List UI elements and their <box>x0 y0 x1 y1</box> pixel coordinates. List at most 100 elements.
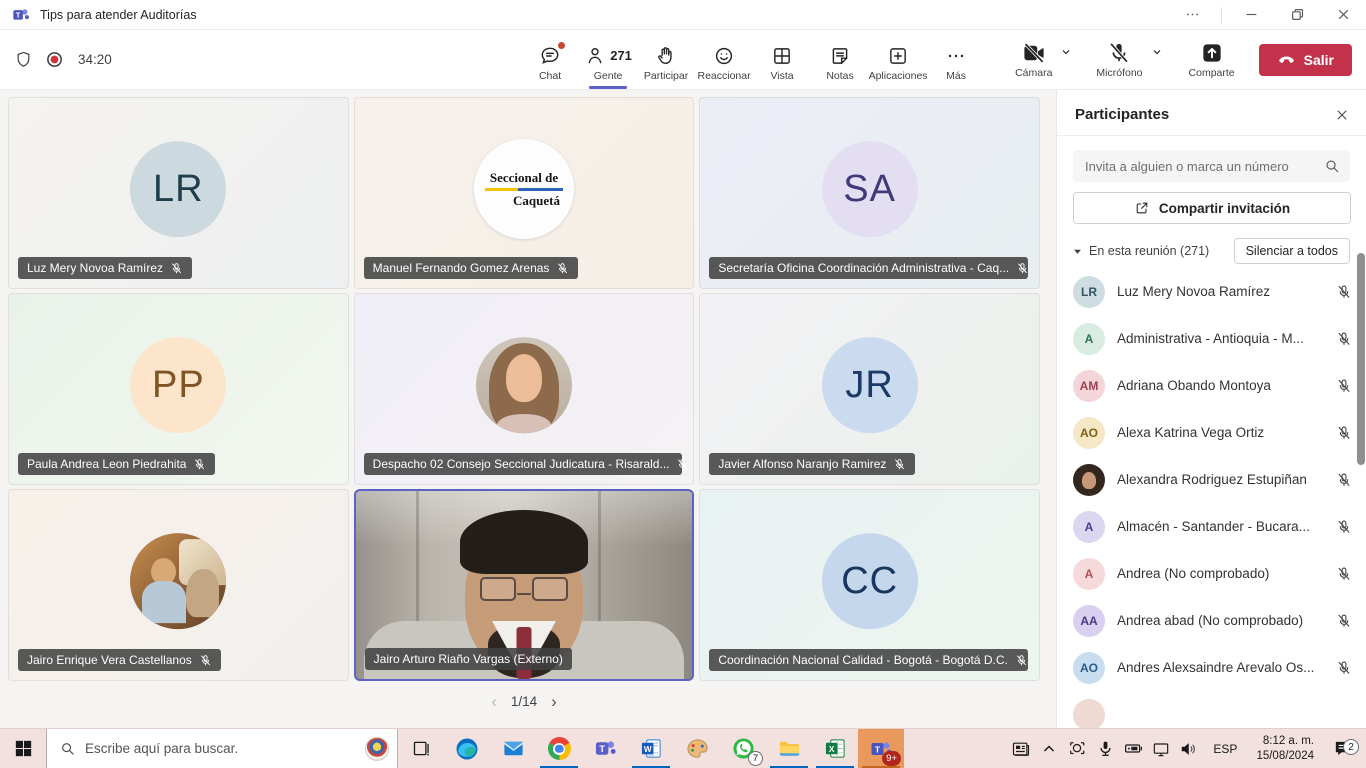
taskbar-app-paint[interactable] <box>674 729 720 768</box>
share-screen-button[interactable]: Comparte <box>1185 41 1239 79</box>
participant-row[interactable]: Alexandra Rodriguez Estupiñan <box>1057 456 1366 503</box>
participant-row[interactable]: AAdministrativa - Antioquia - M... <box>1057 315 1366 362</box>
page-prev-button[interactable]: ‹ <box>491 693 497 710</box>
toolbar-button-label: Notas <box>826 70 853 82</box>
camera-button[interactable]: Cámara <box>1011 41 1056 79</box>
taskbar-app-edge[interactable] <box>444 729 490 768</box>
minimize-button[interactable] <box>1228 0 1274 29</box>
in-meeting-section-toggle[interactable]: En esta reunión (271) <box>1073 244 1209 258</box>
toolbar-button-participar[interactable]: Participar <box>637 38 695 82</box>
participant-row[interactable]: LRLuz Mery Novoa Ramírez <box>1057 268 1366 315</box>
participant-row[interactable]: AOAndres Alexsaindre Arevalo Os... <box>1057 644 1366 691</box>
people-count: 271 <box>610 48 632 63</box>
share-screen-label: Comparte <box>1189 67 1235 79</box>
org-logo-avatar: Seccional deCaquetá <box>474 139 574 239</box>
shield-icon <box>14 50 33 69</box>
camera-options-chevron[interactable] <box>1058 45 1076 75</box>
svg-text:T: T <box>599 744 605 754</box>
microphone-button[interactable]: Micrófono <box>1092 41 1146 79</box>
participant-nameplate: Manuel Fernando Gomez Arenas <box>364 257 579 279</box>
grid-pagination: ‹ 1/14 › <box>8 693 1040 710</box>
mic-off-icon <box>1336 613 1352 629</box>
toolbar-button-notas[interactable]: Notas <box>811 38 869 82</box>
share-invitation-icon <box>1134 200 1150 216</box>
taskbar-app-teams[interactable]: T <box>582 729 628 768</box>
video-tile[interactable]: JRJavier Alfonso Naranjo Ramirez <box>699 293 1040 485</box>
titlebar-more-button[interactable] <box>1169 0 1215 29</box>
video-tile[interactable]: LRLuz Mery Novoa Ramírez <box>8 97 349 289</box>
participant-nameplate: Secretaría Oficina Coordinación Administ… <box>709 257 1027 279</box>
tray-screen-cast-icon[interactable] <box>1064 740 1090 758</box>
toolbar-button-chat[interactable]: Chat <box>521 38 579 82</box>
taskbar-app-excel[interactable]: X <box>812 729 858 768</box>
invite-search-input[interactable] <box>1085 159 1324 174</box>
taskbar-app-whatsapp[interactable]: 7 <box>720 729 766 768</box>
tray-volume-icon[interactable] <box>1176 739 1202 759</box>
taskbar-app-teams-classic[interactable]: T9+ <box>858 729 904 768</box>
tray-network-icon[interactable] <box>1148 739 1174 759</box>
participant-row[interactable]: AOAlexa Katrina Vega Ortiz <box>1057 409 1366 456</box>
toolbar-button-reaccionar[interactable]: Reaccionar <box>695 38 753 82</box>
page-next-button[interactable]: › <box>551 693 557 710</box>
participant-name: Andrea abad (No comprobado) <box>1117 613 1330 628</box>
page-indicator: 1/14 <box>511 694 537 709</box>
participant-name: Luz Mery Novoa Ramírez <box>1117 284 1330 299</box>
video-grid: LRLuz Mery Novoa RamírezSeccional deCaqu… <box>8 97 1040 681</box>
leave-button[interactable]: Salir <box>1259 44 1352 76</box>
camera-label: Cámara <box>1015 67 1052 79</box>
video-tile[interactable]: Jairo Enrique Vera Castellanos <box>8 489 349 681</box>
video-tile[interactable]: Jairo Arturo Riaño Vargas (Externo) <box>354 489 695 681</box>
video-tile[interactable]: PPPaula Andrea Leon Piedrahita <box>8 293 349 485</box>
restore-button[interactable] <box>1274 0 1320 29</box>
panel-close-button[interactable] <box>1334 107 1350 123</box>
action-center-button[interactable]: 2 <box>1326 739 1358 758</box>
participant-mic-status <box>1336 425 1352 441</box>
avatar: LR <box>130 141 226 237</box>
toolbar-button-aplicaciones[interactable]: Aplicaciones <box>869 38 927 82</box>
participant-name: Andres Alexsaindre Arevalo Os... <box>1117 660 1330 675</box>
toolbar-button-gente[interactable]: 271 Gente <box>579 38 637 82</box>
tray-microphone-icon[interactable] <box>1092 740 1118 757</box>
tray-battery-icon[interactable] <box>1120 738 1146 759</box>
taskbar-app-word[interactable]: W <box>628 729 674 768</box>
tray-chevron-up-icon[interactable] <box>1036 741 1062 757</box>
camera-off-icon <box>1022 41 1046 65</box>
taskbar-app-mail[interactable] <box>490 729 536 768</box>
taskbar-app-task-view[interactable] <box>398 729 444 768</box>
participant-nameplate: Jairo Enrique Vera Castellanos <box>18 649 221 671</box>
toolbar-button-label: Gente <box>594 70 623 82</box>
chat-icon <box>539 44 561 68</box>
search-icon <box>1324 158 1340 174</box>
video-tile[interactable]: Despacho 02 Consejo Seccional Judicatura… <box>354 293 695 485</box>
colombia-emblem-icon[interactable] <box>365 737 389 761</box>
avatar: PP <box>130 337 226 433</box>
mic-off-icon <box>1336 331 1352 347</box>
language-indicator[interactable]: ESP <box>1206 742 1244 756</box>
share-invitation-button[interactable]: Compartir invitación <box>1073 192 1351 224</box>
panel-scrollbar[interactable] <box>1357 253 1365 465</box>
participant-row[interactable]: AMAdriana Obando Montoya <box>1057 362 1366 409</box>
participant-name: Coordinación Nacional Calidad - Bogotá -… <box>718 653 1008 667</box>
app-badge: 7 <box>748 751 763 766</box>
video-tile[interactable]: Seccional deCaquetá Manuel Fernando Gomez… <box>354 97 695 289</box>
video-tile[interactable]: SASecretaría Oficina Coordinación Admini… <box>699 97 1040 289</box>
participant-row[interactable]: AAlmacén - Santander - Bucara... <box>1057 503 1366 550</box>
microphone-options-chevron[interactable] <box>1149 45 1167 75</box>
mic-off-icon <box>1336 519 1352 535</box>
toolbar-button-más[interactable]: Más <box>927 38 985 82</box>
participant-nameplate: Jairo Arturo Riaño Vargas (Externo) <box>365 648 572 670</box>
participant-row[interactable]: AAAndrea abad (No comprobado) <box>1057 597 1366 644</box>
video-tile[interactable]: CCCoordinación Nacional Calidad - Bogotá… <box>699 489 1040 681</box>
mute-all-button[interactable]: Silenciar a todos <box>1234 238 1350 264</box>
participant-row[interactable] <box>1057 691 1366 728</box>
tray-news-icon[interactable] <box>1008 739 1034 759</box>
taskbar-app-explorer[interactable] <box>766 729 812 768</box>
invite-search-box[interactable] <box>1073 150 1350 182</box>
start-button[interactable] <box>0 729 46 768</box>
taskbar-clock[interactable]: 8:12 a. m. 15/08/2024 <box>1248 734 1322 764</box>
participant-row[interactable]: AAndrea (No comprobado) <box>1057 550 1366 597</box>
close-button[interactable] <box>1320 0 1366 29</box>
toolbar-button-vista[interactable]: Vista <box>753 38 811 82</box>
taskbar-search-box[interactable]: Escribe aquí para buscar. <box>46 729 398 768</box>
taskbar-app-chrome[interactable] <box>536 729 582 768</box>
